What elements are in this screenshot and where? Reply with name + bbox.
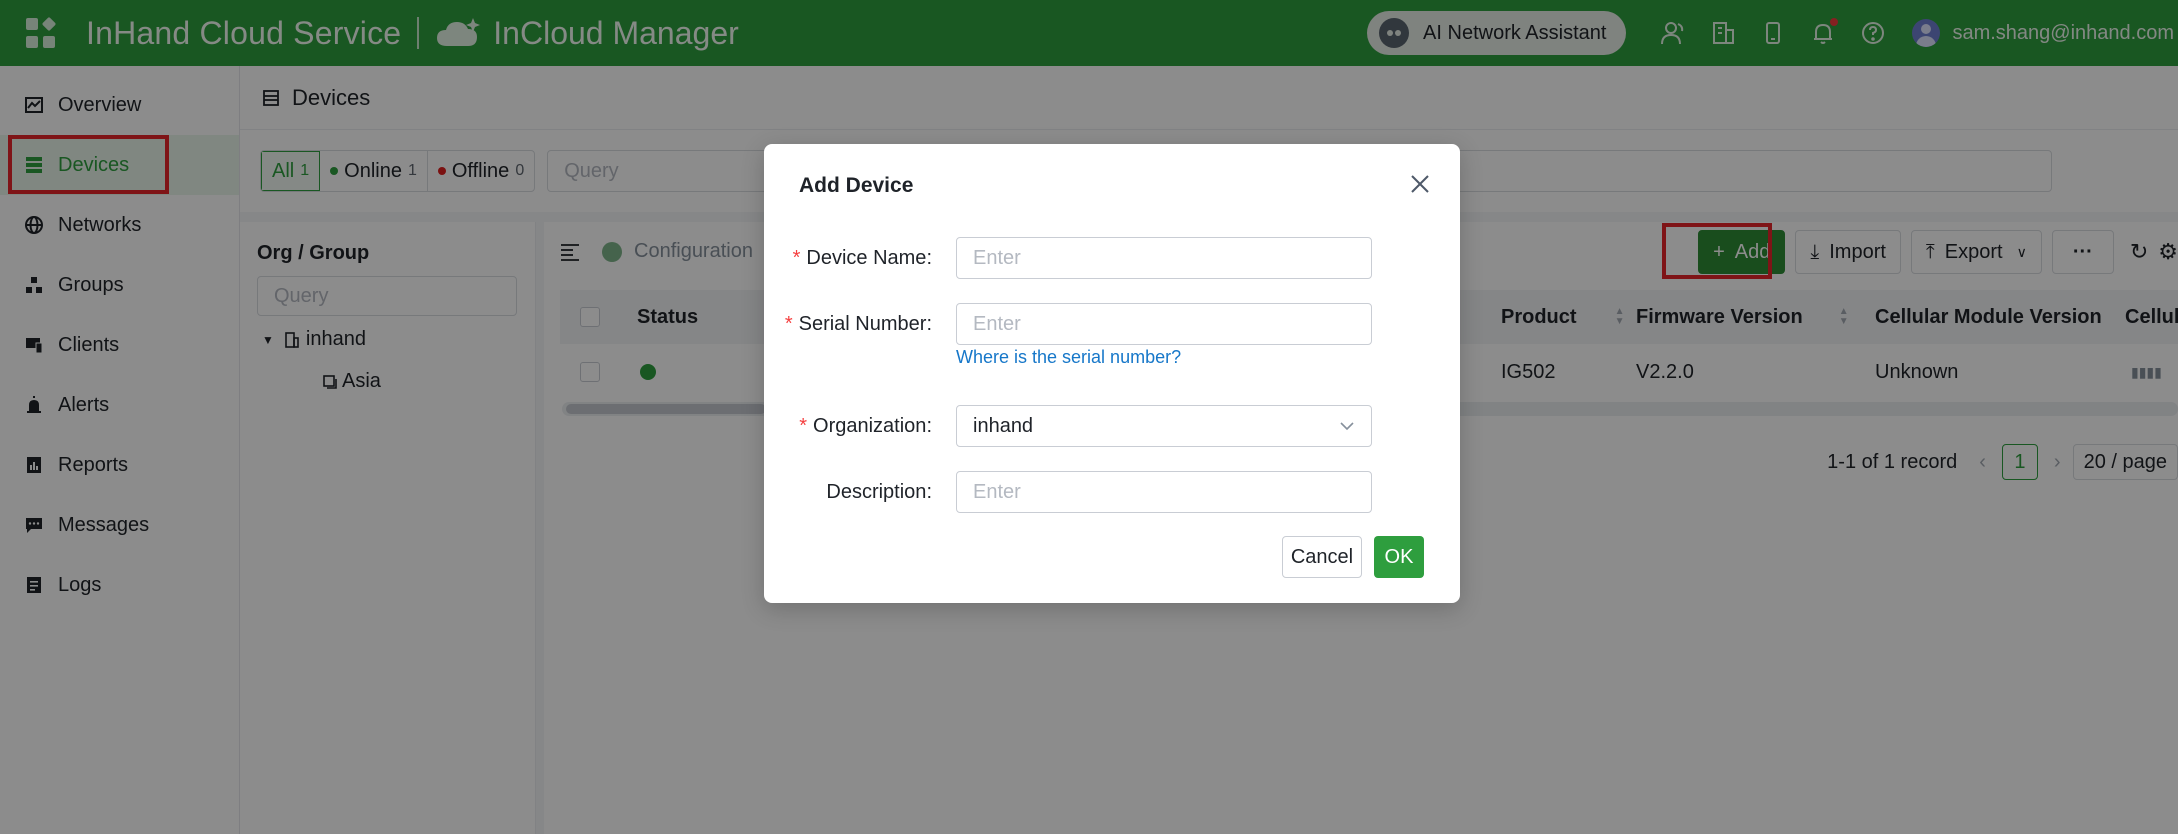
ok-button[interactable]: OK xyxy=(1374,536,1424,578)
device-name-label-text: Device Name xyxy=(806,246,927,269)
dialog-title: Add Device xyxy=(799,174,914,197)
serial-number-help-link[interactable]: Where is the serial number? xyxy=(956,347,1181,368)
device-name-row: * Device Name: Enter xyxy=(764,236,1460,280)
organization-value: inhand xyxy=(973,414,1034,437)
device-name-label: * Device Name: xyxy=(792,246,932,269)
organization-label-text: Organization xyxy=(813,414,927,437)
organization-select[interactable]: inhand xyxy=(956,405,1372,447)
serial-number-label: * Serial Number: xyxy=(784,312,932,335)
cancel-button[interactable]: Cancel xyxy=(1282,536,1362,578)
serial-number-row: * Serial Number: Enter xyxy=(764,302,1460,346)
serial-number-input[interactable]: Enter xyxy=(956,303,1372,345)
add-device-dialog: Add Device * Device Name: Enter * Serial N… xyxy=(764,144,1460,603)
chevron-down-icon xyxy=(1340,422,1354,431)
close-icon[interactable] xyxy=(1408,172,1432,196)
description-label: Description: xyxy=(826,480,932,503)
device-name-input[interactable]: Enter xyxy=(956,237,1372,279)
description-input[interactable]: Enter xyxy=(956,471,1372,513)
description-row: Description: Enter xyxy=(764,470,1460,514)
organization-row: * Organization: inhand xyxy=(764,404,1460,448)
serial-number-label-text: Serial Number xyxy=(798,312,927,335)
organization-label: * Organization: xyxy=(799,414,932,437)
description-label-text: Description xyxy=(826,480,927,503)
